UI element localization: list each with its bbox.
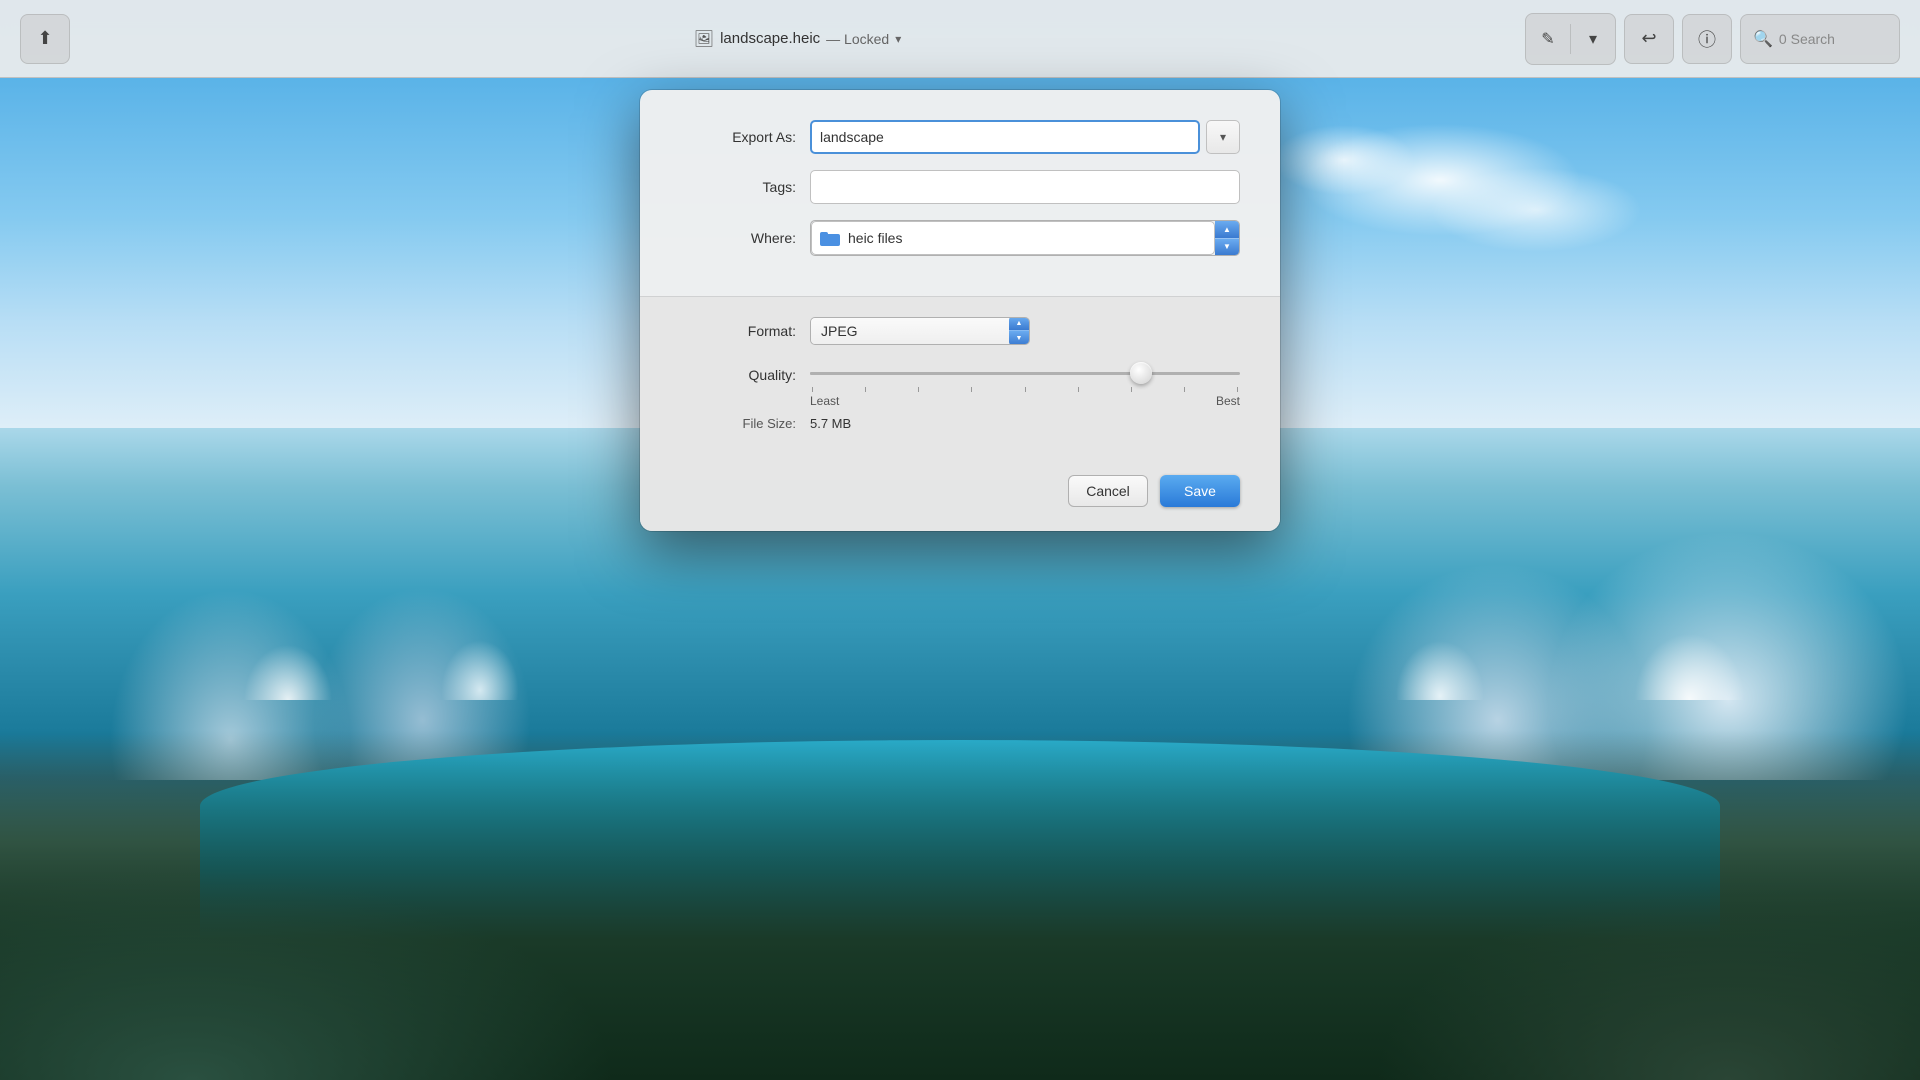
dialog-lower: Format: JPEG ▲ ▼ Quality: — [640, 297, 1280, 455]
tick — [1078, 387, 1079, 392]
save-button[interactable]: Save — [1160, 475, 1240, 507]
quality-min-label: Least — [810, 394, 839, 408]
where-value: heic files — [848, 230, 902, 246]
slider-track — [810, 363, 1240, 383]
tick — [1131, 387, 1132, 392]
folder-icon — [820, 230, 840, 246]
dialog-overlay: Export As: ▾ Tags: Where: — [0, 0, 1920, 1080]
tick — [865, 387, 866, 392]
export-as-wrapper: ▾ — [810, 120, 1240, 154]
format-stepper-up[interactable]: ▲ — [1009, 317, 1029, 331]
filesize-value: 5.7 MB — [810, 416, 851, 431]
where-stepper-down[interactable]: ▼ — [1215, 239, 1239, 256]
format-select[interactable]: JPEG — [811, 318, 1009, 344]
slider-ticks — [810, 387, 1240, 392]
quality-max-label: Best — [1216, 394, 1240, 408]
tick — [1184, 387, 1185, 392]
export-dialog: Export As: ▾ Tags: Where: — [640, 90, 1280, 531]
export-as-dropdown-button[interactable]: ▾ — [1206, 120, 1240, 154]
quality-row: Quality: — [680, 363, 1240, 408]
tick — [1237, 387, 1238, 392]
format-row: Format: JPEG ▲ ▼ — [680, 317, 1240, 345]
tick — [971, 387, 972, 392]
where-stepper: ▲ ▼ — [1215, 221, 1239, 255]
export-as-row: Export As: ▾ — [680, 120, 1240, 154]
filesize-row: File Size: 5.7 MB — [680, 416, 1240, 431]
export-as-input[interactable] — [810, 120, 1200, 154]
slider-labels: Least Best — [810, 394, 1240, 408]
where-row: Where: heic files ▲ ▼ — [680, 220, 1240, 256]
dropdown-arrow-icon: ▾ — [1220, 130, 1226, 144]
where-stepper-up[interactable]: ▲ — [1215, 221, 1239, 239]
where-wrapper: heic files ▲ ▼ — [810, 220, 1240, 256]
tags-row: Tags: — [680, 170, 1240, 204]
tick — [1025, 387, 1026, 392]
slider-fill — [810, 372, 1141, 375]
where-label: Where: — [680, 230, 810, 246]
tags-input[interactable] — [810, 170, 1240, 204]
slider-thumb[interactable] — [1130, 362, 1152, 384]
where-select[interactable]: heic files — [811, 221, 1215, 255]
format-label: Format: — [680, 323, 810, 339]
quality-slider-wrapper: Least Best — [810, 363, 1240, 408]
format-stepper: ▲ ▼ — [1009, 317, 1029, 345]
dialog-body: Export As: ▾ Tags: Where: — [640, 90, 1280, 296]
dialog-buttons: Cancel Save — [640, 455, 1280, 531]
format-select-wrapper: JPEG ▲ ▼ — [810, 317, 1030, 345]
filesize-label: File Size: — [680, 416, 810, 431]
tick — [918, 387, 919, 392]
cancel-button[interactable]: Cancel — [1068, 475, 1148, 507]
tags-label: Tags: — [680, 179, 810, 195]
format-stepper-down[interactable]: ▼ — [1009, 331, 1029, 345]
export-as-label: Export As: — [680, 129, 810, 145]
quality-label: Quality: — [680, 363, 810, 383]
tick — [812, 387, 813, 392]
